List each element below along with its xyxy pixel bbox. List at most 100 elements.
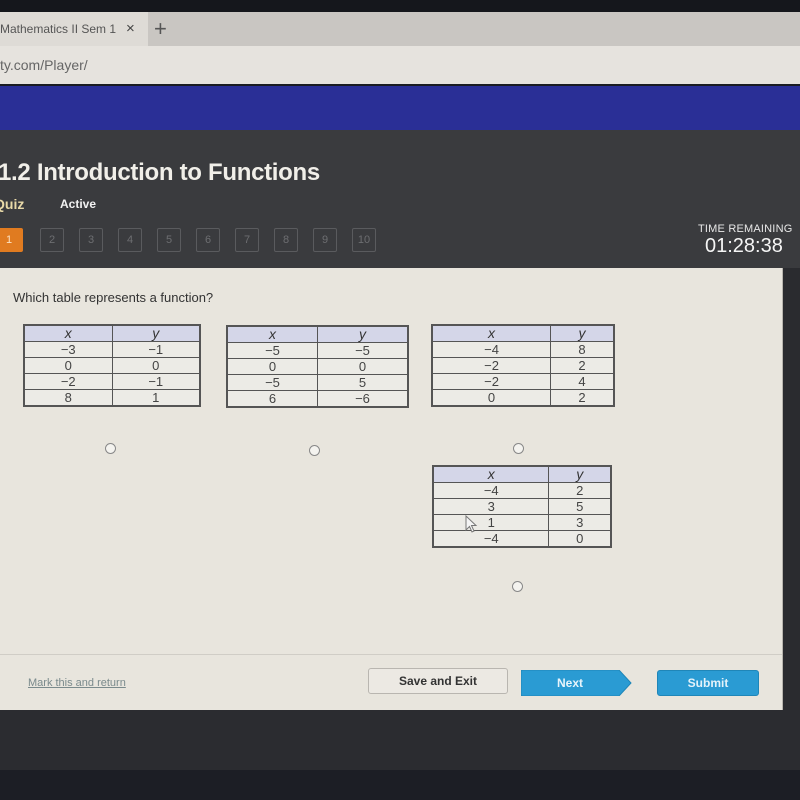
cell-y: 0 [548,530,612,548]
question-button-1[interactable]: 1 [0,228,23,252]
status-badge: Active [60,197,97,211]
cell-y: 5 [317,374,409,391]
table-row: 35 [432,498,612,515]
mouse-cursor-icon [465,515,478,533]
table-row: −5 −5 [226,342,409,359]
table-header-x: x [226,325,318,343]
table-header-y: y [548,465,612,483]
cell-y: 5 [548,498,612,515]
table-row: 13 [432,514,612,531]
option-radio-b[interactable] [309,445,320,456]
question-button-4[interactable]: 4 [118,228,142,252]
cell-y: 1 [111,389,201,407]
table-row: −2 −1 [23,373,201,390]
question-prompt: Which table represents a function? [13,290,214,305]
cell-y: 0 [317,358,409,375]
time-remaining-label: TIME REMAINING [698,223,793,235]
cell-x: 3 [432,498,550,515]
table-row: 81 [23,389,201,407]
option-table-a: x y −3 −1 00 −2 −1 81 [23,324,201,407]
address-bar[interactable]: ty.com/Player/ [0,46,800,84]
question-button-9[interactable]: 9 [313,228,337,252]
cell-x: −2 [431,373,552,390]
footer-divider [0,654,782,655]
table-row: 02 [431,389,615,407]
page-title: 1.2 Introduction to Functions [0,159,320,186]
table-header-x: x [431,324,552,342]
question-button-8[interactable]: 8 [274,228,298,252]
cell-y: 2 [550,389,615,407]
browser-tab[interactable]: Mathematics II Sem 1 × [0,12,148,46]
table-header-y: y [111,324,201,342]
cell-x: −4 [432,530,550,548]
brand-bar [0,86,800,130]
cell-x: 6 [226,390,318,408]
mark-and-return-link[interactable]: Mark this and return [28,677,126,689]
cell-x: 8 [23,389,113,407]
browser-tabstrip: Mathematics II Sem 1 × + [0,12,800,46]
cell-y: −6 [317,390,409,408]
option-table-c: x y −4 8 −2 2 −2 4 02 [431,324,615,407]
cell-x: −3 [23,341,113,358]
cell-x: −5 [226,374,318,391]
question-button-6[interactable]: 6 [196,228,220,252]
cell-y: 2 [548,482,612,499]
tab-title: Mathematics II Sem 1 [0,22,117,36]
cell-x: −2 [431,357,552,374]
table-row: 00 [226,358,409,375]
activity-type-label: Quiz [0,196,25,212]
cell-y: 3 [548,514,612,531]
close-icon[interactable]: × [126,20,135,37]
option-table-b: x y −5 −5 00 −5 5 6 −6 [226,325,409,408]
table-row: −4 0 [432,530,612,548]
cell-y: 8 [550,341,615,358]
new-tab-icon[interactable]: + [154,16,167,42]
cell-y: −1 [111,373,201,390]
question-button-7[interactable]: 7 [235,228,259,252]
question-button-2[interactable]: 2 [40,228,64,252]
cell-x: 0 [226,358,318,375]
option-radio-a[interactable] [105,443,116,454]
cell-y: −5 [317,342,409,359]
cell-y: −1 [111,341,201,358]
cell-y: 4 [550,373,615,390]
cell-x: −4 [432,482,550,499]
cell-x: 0 [23,357,113,374]
table-header-x: x [432,465,550,483]
url-text[interactable]: ty.com/Player/ [0,57,88,73]
table-row: −2 2 [431,357,615,374]
cell-x: −4 [431,341,552,358]
option-radio-d[interactable] [512,581,523,592]
cell-y: 0 [111,357,201,374]
screen-edge-right [783,268,800,710]
table-header-x: x [23,324,113,342]
cell-x: −2 [23,373,113,390]
time-remaining-value: 01:28:38 [705,235,783,257]
question-button-3[interactable]: 3 [79,228,103,252]
submit-button[interactable]: Submit [657,670,759,696]
screen-bezel-top [0,0,800,12]
screen-bezel-bottom [0,770,800,800]
activity-header: 1.2 Introduction to Functions Quiz Activ… [0,130,800,268]
table-row: −5 5 [226,374,409,391]
cell-y: 2 [550,357,615,374]
table-row: 6 −6 [226,390,409,408]
table-row: 00 [23,357,201,374]
cell-x: −5 [226,342,318,359]
question-button-10[interactable]: 10 [352,228,376,252]
option-radio-c[interactable] [513,443,524,454]
cell-x: 1 [432,514,550,531]
table-row: −4 8 [431,341,615,358]
table-header-y: y [317,325,409,343]
question-panel: Which table represents a function? x y −… [0,268,783,710]
next-button[interactable]: Next [521,670,632,696]
table-row: −4 2 [432,482,612,499]
table-row: −3 −1 [23,341,201,358]
next-button-label: Next [556,676,583,690]
question-button-5[interactable]: 5 [157,228,181,252]
option-table-d: x y −4 2 35 13 −4 0 [432,465,612,548]
save-and-exit-button[interactable]: Save and Exit [368,668,508,694]
table-row: −2 4 [431,373,615,390]
table-header-y: y [550,324,615,342]
cell-x: 0 [431,389,552,407]
